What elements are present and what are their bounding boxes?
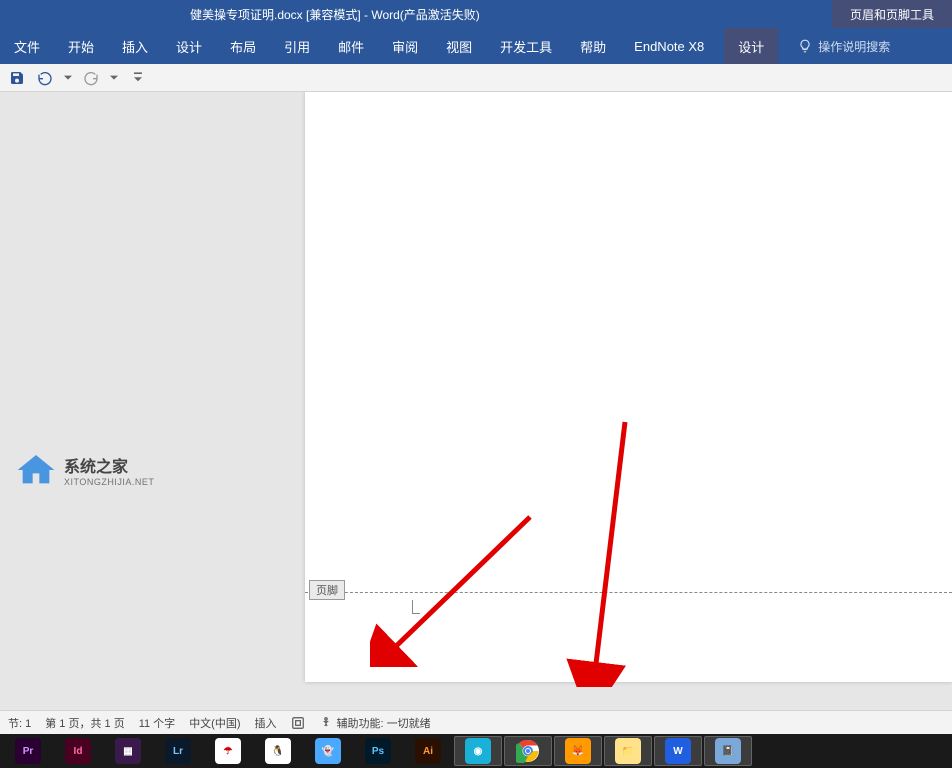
- title-right: 页眉和页脚工具: [832, 0, 952, 28]
- watermark-cn: 系统之家: [64, 453, 154, 477]
- tab-developer[interactable]: 开发工具: [486, 28, 566, 64]
- taskbar: Pr Id ▦ Lr ☂ 🐧 👻 Ps Ai ◉ 🦊 📁 W 📓: [0, 734, 952, 768]
- taskbar-app[interactable]: 👻: [304, 736, 352, 766]
- app-badge: 👻: [315, 738, 341, 764]
- tab-layout[interactable]: 布局: [216, 28, 270, 64]
- app-badge: Ai: [415, 738, 441, 764]
- taskbar-app[interactable]: Pr: [4, 736, 52, 766]
- taskbar-app[interactable]: ▦: [104, 736, 152, 766]
- status-section[interactable]: 节: 1: [8, 715, 31, 731]
- document-title: 健美操专项证明.docx [兼容模式] - Word(产品激活失败): [190, 6, 480, 23]
- undo-icon: [37, 70, 53, 86]
- chrome-icon: [516, 739, 540, 763]
- taskbar-app[interactable]: ☂: [204, 736, 252, 766]
- status-language[interactable]: 中文(中国): [189, 715, 240, 731]
- undo-button[interactable]: [36, 69, 54, 87]
- taskbar-app[interactable]: [504, 736, 552, 766]
- watermark-en: XITONGZHIJIA.NET: [64, 477, 154, 487]
- redo-button[interactable]: [82, 69, 100, 87]
- app-badge: 🐧: [265, 738, 291, 764]
- quick-access-toolbar: [0, 64, 952, 92]
- annotation-arrow-1: [370, 507, 540, 667]
- tab-references[interactable]: 引用: [270, 28, 324, 64]
- macro-icon: [291, 716, 305, 730]
- save-icon: [9, 70, 25, 86]
- taskbar-app[interactable]: 📓: [704, 736, 752, 766]
- chevron-down-icon[interactable]: [110, 74, 118, 82]
- tab-home[interactable]: 开始: [54, 28, 108, 64]
- tell-me-label: 操作说明搜索: [818, 38, 890, 55]
- tab-review[interactable]: 审阅: [378, 28, 432, 64]
- title-bar: 健美操专项证明.docx [兼容模式] - Word(产品激活失败) 页眉和页脚…: [0, 0, 952, 28]
- accessibility-icon: [319, 716, 333, 730]
- tab-insert[interactable]: 插入: [108, 28, 162, 64]
- footer-label[interactable]: 页脚: [309, 580, 345, 600]
- status-accessibility-label: 辅助功能: 一切就绪: [337, 715, 431, 731]
- taskbar-app[interactable]: ◉: [454, 736, 502, 766]
- taskbar-app[interactable]: 🦊: [554, 736, 602, 766]
- ribbon: 文件 开始 插入 设计 布局 引用 邮件 审阅 视图 开发工具 帮助 EndNo…: [0, 28, 952, 64]
- status-bar: 节: 1 第 1 页，共 1 页 11 个字 中文(中国) 插入 辅助功能: 一…: [0, 710, 952, 734]
- status-insert-mode[interactable]: 插入: [255, 715, 277, 731]
- status-accessibility[interactable]: 辅助功能: 一切就绪: [319, 715, 431, 731]
- app-badge: 📁: [615, 738, 641, 764]
- qat-customize-icon[interactable]: [134, 72, 142, 84]
- lightbulb-icon: [798, 39, 812, 53]
- app-badge: Id: [65, 738, 91, 764]
- tab-file[interactable]: 文件: [0, 28, 54, 64]
- watermark: 系统之家 XITONGZHIJIA.NET: [16, 452, 154, 488]
- tab-help[interactable]: 帮助: [566, 28, 620, 64]
- app-badge: Ps: [365, 738, 391, 764]
- taskbar-app[interactable]: Ps: [354, 736, 402, 766]
- taskbar-app[interactable]: Ai: [404, 736, 452, 766]
- taskbar-app[interactable]: 📁: [604, 736, 652, 766]
- app-badge: W: [665, 738, 691, 764]
- header-footer-tools-label: 页眉和页脚工具: [832, 0, 952, 28]
- app-badge: ☂: [215, 738, 241, 764]
- taskbar-app[interactable]: W: [654, 736, 702, 766]
- app-badge: Lr: [165, 738, 191, 764]
- app-badge: 🦊: [565, 738, 591, 764]
- status-page[interactable]: 第 1 页，共 1 页: [45, 715, 124, 731]
- status-words[interactable]: 11 个字: [139, 715, 175, 731]
- document-workspace[interactable]: 页脚 系统之家 XITONGZHIJIA.NET: [0, 92, 952, 710]
- annotation-arrow-2: [565, 417, 645, 687]
- tell-me-search[interactable]: 操作说明搜索: [798, 38, 890, 55]
- tab-design[interactable]: 设计: [162, 28, 216, 64]
- tab-hf-design[interactable]: 设计: [724, 28, 778, 64]
- app-badge: Pr: [15, 738, 41, 764]
- taskbar-app[interactable]: 🐧: [254, 736, 302, 766]
- taskbar-app[interactable]: Lr: [154, 736, 202, 766]
- taskbar-app[interactable]: Id: [54, 736, 102, 766]
- tab-view[interactable]: 视图: [432, 28, 486, 64]
- save-button[interactable]: [8, 69, 26, 87]
- tab-endnote[interactable]: EndNote X8: [620, 28, 718, 64]
- redo-icon: [83, 70, 99, 86]
- app-badge: ▦: [115, 738, 141, 764]
- app-badge: ◉: [465, 738, 491, 764]
- tab-mailings[interactable]: 邮件: [324, 28, 378, 64]
- chevron-down-icon[interactable]: [64, 74, 72, 82]
- status-macro[interactable]: [291, 716, 305, 730]
- house-icon: [16, 452, 56, 488]
- app-badge: 📓: [715, 738, 741, 764]
